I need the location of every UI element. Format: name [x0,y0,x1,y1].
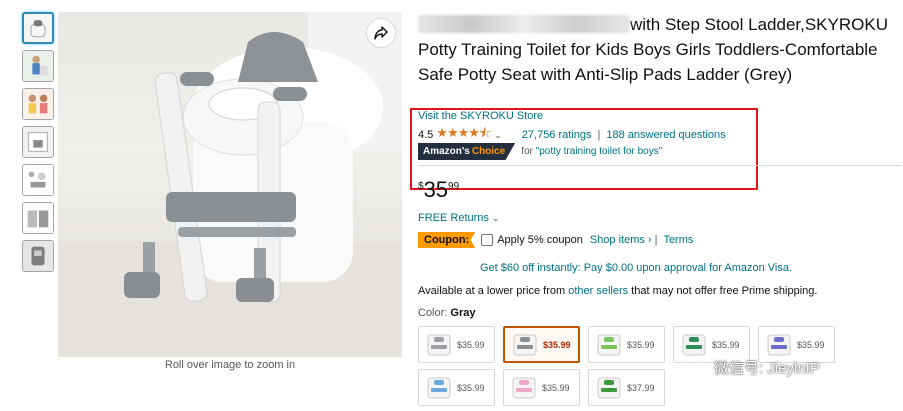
terms-link[interactable]: Terms [663,234,693,246]
color-swatch[interactable]: $35.99 [418,326,495,363]
color-label: Color: Gray [418,307,475,319]
thumbnail-5[interactable] [22,164,54,196]
coupon-text[interactable]: Apply 5% coupon [497,234,583,246]
color-value: Gray [450,307,476,319]
share-button[interactable] [366,18,396,48]
wechat-watermark: 微信号: JieyinIP [682,357,820,378]
other-sellers-link[interactable]: other sellers [568,285,628,297]
swatch-price: $35.99 [627,339,655,350]
thumbnail-2[interactable] [22,50,54,82]
swatch-thumbnail [510,374,538,402]
swatch-thumbnail [680,331,708,359]
watermark-text: 微信号: JieyinIP [714,360,820,377]
swatch-thumbnail [511,331,539,359]
main-product-image[interactable] [58,12,402,357]
separator: | [654,234,658,246]
swatch-thumbnail [595,331,623,359]
price-fraction: 99 [448,181,460,192]
color-swatch[interactable]: $35.99 [503,326,580,363]
divider [418,165,902,166]
swatch-price: $35.99 [797,339,825,350]
swatch-thumbnail [765,331,793,359]
product-title: with Step Stool Ladder,SKYROKU Potty Tra… [418,12,898,87]
share-icon [374,26,388,40]
swatch-thumbnail [425,331,453,359]
coupon-row: Coupon: Apply 5% coupon Shop items › | T… [418,232,693,248]
swatch-thumbnail [595,374,623,402]
color-swatch[interactable]: $35.99 [418,369,495,406]
thumbnail-4[interactable] [22,126,54,158]
lower-price-suffix: that may not offer free Prime shipping. [628,285,818,297]
chevron-down-icon: ⌄ [491,213,500,223]
thumbnail-strip [22,12,56,278]
coupon-checkbox[interactable] [481,234,494,246]
blurred-brand [418,15,630,33]
thumbnail-7[interactable] [22,240,54,272]
thumbnail-3[interactable] [22,88,54,120]
color-swatch[interactable]: $35.99 [503,369,580,406]
color-swatch[interactable]: $37.99 [588,369,665,406]
swatch-thumbnail [425,374,453,402]
swatch-price: $35.99 [542,382,570,393]
potty-seat-illustration [58,12,402,357]
price: $ 35 99 [418,178,459,202]
swatch-price: $35.99 [543,339,571,350]
wechat-icon [682,358,707,376]
thumbnail-1[interactable] [22,12,54,44]
swatch-price: $37.99 [627,382,655,393]
lower-price-prefix: Available at a lower price from [418,285,569,297]
visa-promo-link[interactable]: Get $60 off instantly: Pay $0.00 upon ap… [418,262,854,274]
highlight-box [410,108,758,190]
free-returns-link[interactable]: FREE Returns ⌄ [418,212,500,224]
lower-price-note: Available at a lower price from other se… [418,285,817,297]
color-swatch[interactable]: $35.99 [588,326,665,363]
coupon-tag: Coupon: [418,232,476,248]
swatch-price: $35.99 [712,339,740,350]
thumbnail-6[interactable] [22,202,54,234]
swatch-price: $35.99 [457,339,485,350]
free-returns-text: FREE Returns [418,212,489,224]
shop-items-link[interactable]: Shop items › [590,234,652,246]
color-label-text: Color: [418,307,451,319]
swatch-price: $35.99 [457,382,485,393]
price-whole: 35 [423,177,449,202]
zoom-caption: Roll over image to zoom in [164,359,296,371]
